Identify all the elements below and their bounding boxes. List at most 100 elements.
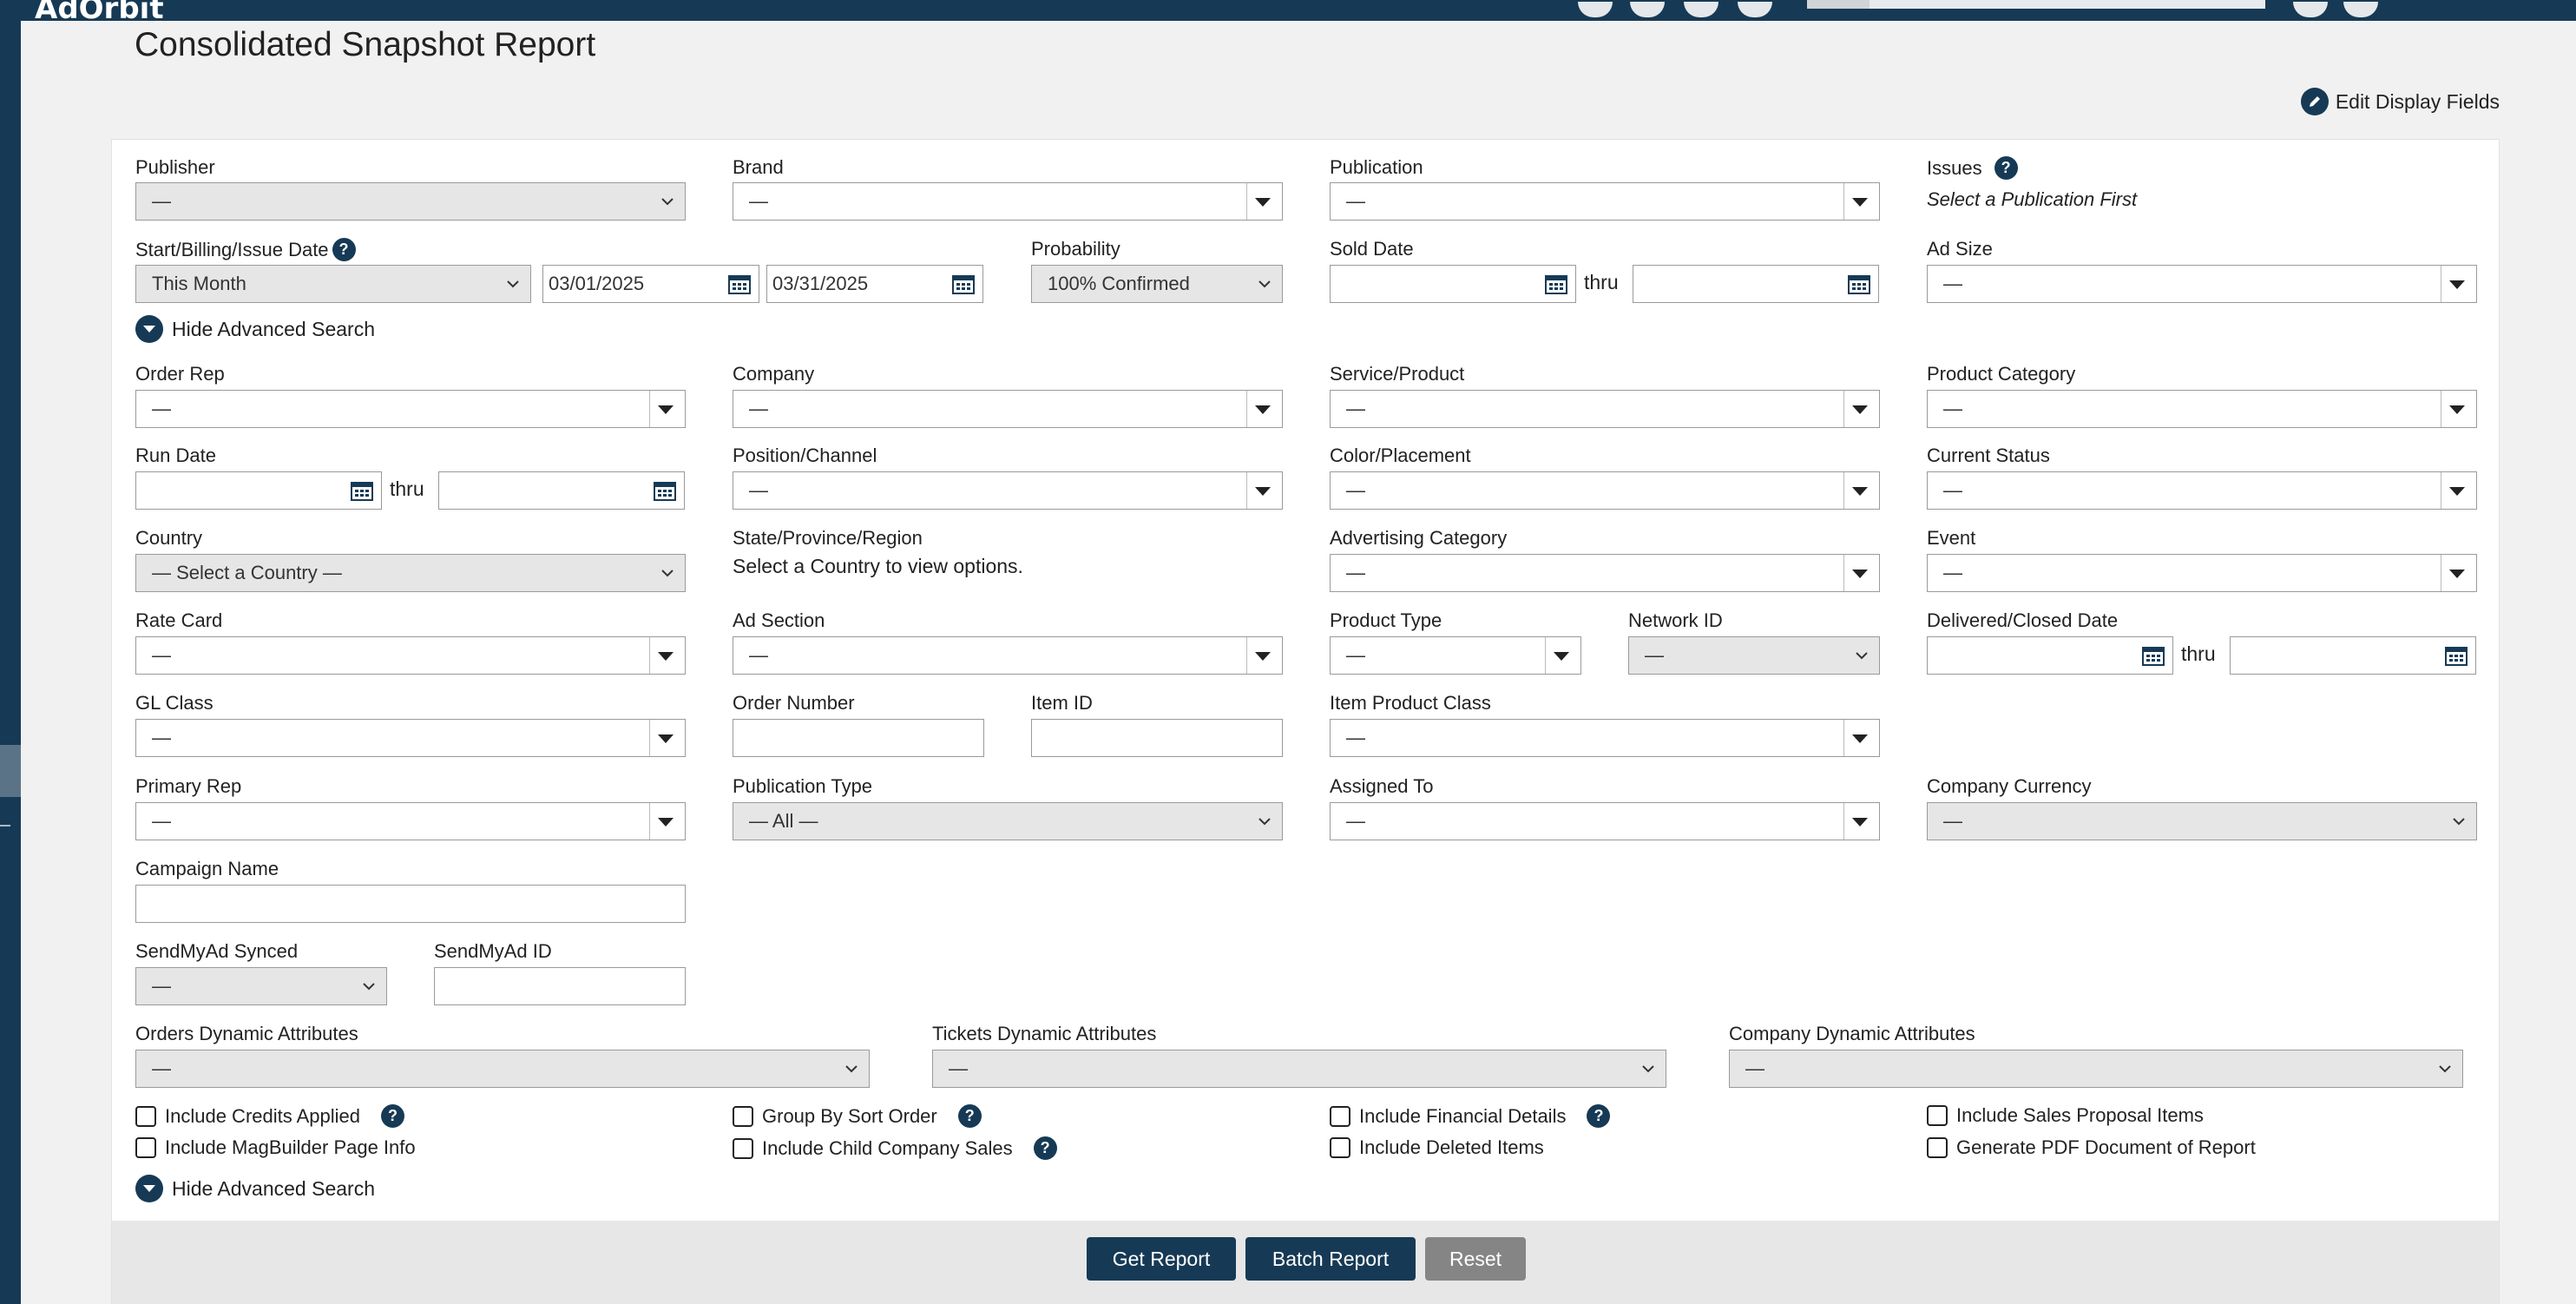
network-id-select[interactable]: —: [1628, 636, 1880, 675]
nav-icon-1[interactable]: [1578, 2, 1613, 17]
hide-advanced-search-toggle-bottom[interactable]: Hide Advanced Search: [135, 1175, 375, 1202]
run-date-from-input[interactable]: [135, 471, 382, 510]
calendar-icon[interactable]: [1544, 273, 1568, 295]
primary-rep-label: Primary Rep: [135, 775, 242, 797]
thru-label: thru: [390, 477, 424, 500]
help-icon[interactable]: ?: [1994, 156, 2018, 180]
side-rail-item[interactable]: [0, 745, 21, 797]
side-rail: [0, 21, 21, 1304]
include-magbuilder-checkbox[interactable]: Include MagBuilder Page Info: [135, 1136, 416, 1159]
calendar-icon[interactable]: [2444, 644, 2468, 667]
edit-display-fields-link[interactable]: Edit Display Fields: [2300, 88, 2500, 115]
include-child-company-checkbox[interactable]: Include Child Company Sales ?: [733, 1136, 1057, 1160]
batch-report-button[interactable]: Batch Report: [1245, 1237, 1416, 1281]
color-placement-select[interactable]: —: [1330, 471, 1880, 510]
calendar-icon[interactable]: [951, 273, 976, 295]
nav-icon-6[interactable]: [2343, 2, 2378, 17]
publication-select[interactable]: —: [1330, 182, 1880, 221]
include-sales-proposal-checkbox[interactable]: Include Sales Proposal Items: [1927, 1104, 2204, 1127]
run-date-to-input[interactable]: [438, 471, 685, 510]
order-rep-select[interactable]: —: [135, 390, 686, 428]
nav-icon-4[interactable]: [1738, 2, 1772, 17]
calendar-icon[interactable]: [2141, 644, 2165, 667]
publication-type-select[interactable]: — All —: [733, 802, 1283, 840]
include-financial-details-checkbox[interactable]: Include Financial Details ?: [1330, 1104, 1611, 1128]
caret-down-icon: [1852, 487, 1868, 496]
chevron-down-icon: [1856, 652, 1868, 660]
gl-class-select[interactable]: —: [135, 719, 686, 757]
caret-down-icon: [1554, 652, 1569, 661]
current-status-select[interactable]: —: [1927, 471, 2477, 510]
publisher-select[interactable]: —: [135, 182, 686, 221]
probability-select[interactable]: 100% Confirmed: [1031, 265, 1283, 303]
product-type-label: Product Type: [1330, 609, 1442, 631]
start-date-input[interactable]: 03/01/2025: [542, 265, 759, 303]
gl-class-label: GL Class: [135, 692, 214, 714]
delivered-date-from-input[interactable]: [1927, 636, 2173, 675]
help-icon[interactable]: ?: [957, 1104, 982, 1128]
ad-section-label: Ad Section: [733, 609, 825, 631]
reset-button[interactable]: Reset: [1425, 1237, 1526, 1281]
help-icon[interactable]: ?: [381, 1104, 405, 1128]
start-date-label-group: Start/Billing/Issue Date ?: [135, 238, 356, 261]
end-date-input[interactable]: 03/31/2025: [766, 265, 983, 303]
help-icon[interactable]: ?: [1033, 1136, 1057, 1160]
order-number-input[interactable]: [733, 719, 984, 757]
help-icon[interactable]: ?: [332, 238, 356, 261]
brand-label: Brand: [733, 156, 784, 178]
include-credits-applied-checkbox[interactable]: Include Credits Applied ?: [135, 1104, 405, 1128]
group-by-sort-order-checkbox[interactable]: Group By Sort Order ?: [733, 1104, 982, 1128]
company-currency-select[interactable]: —: [1927, 802, 2477, 840]
sold-date-label: Sold Date: [1330, 238, 1414, 260]
campaign-name-input[interactable]: [135, 885, 686, 923]
ad-section-select[interactable]: —: [733, 636, 1283, 675]
product-category-select[interactable]: —: [1927, 390, 2477, 428]
service-product-select[interactable]: —: [1330, 390, 1880, 428]
nav-icon-3[interactable]: [1684, 2, 1718, 17]
sold-date-from-input[interactable]: [1330, 265, 1576, 303]
include-deleted-items-checkbox[interactable]: Include Deleted Items: [1330, 1136, 1544, 1159]
tickets-dynamic-select[interactable]: —: [932, 1050, 1666, 1088]
assigned-to-label: Assigned To: [1330, 775, 1434, 797]
delivered-date-to-input[interactable]: [2230, 636, 2476, 675]
country-select[interactable]: — Select a Country —: [135, 554, 686, 592]
chevron-down-icon: [845, 1065, 858, 1073]
date-range-select[interactable]: This Month: [135, 265, 531, 303]
assigned-to-select[interactable]: —: [1330, 802, 1880, 840]
hide-advanced-search-toggle[interactable]: Hide Advanced Search: [135, 315, 375, 343]
primary-rep-select[interactable]: —: [135, 802, 686, 840]
item-id-input[interactable]: [1031, 719, 1283, 757]
calendar-icon[interactable]: [1847, 273, 1871, 295]
advertising-category-select[interactable]: —: [1330, 554, 1880, 592]
get-report-button[interactable]: Get Report: [1087, 1237, 1236, 1281]
global-search-input[interactable]: [1807, 0, 2265, 9]
sendmyad-id-input[interactable]: [434, 967, 686, 1005]
caret-down-icon: [2449, 487, 2465, 496]
position-channel-label: Position/Channel: [733, 445, 877, 466]
sold-date-to-input[interactable]: [1633, 265, 1879, 303]
calendar-icon[interactable]: [727, 273, 752, 295]
orders-dynamic-select[interactable]: —: [135, 1050, 870, 1088]
position-channel-select[interactable]: —: [733, 471, 1283, 510]
nav-icon-2[interactable]: [1630, 2, 1665, 17]
company-select[interactable]: —: [733, 390, 1283, 428]
calendar-icon[interactable]: [653, 479, 677, 502]
brand-select[interactable]: —: [733, 182, 1283, 221]
ad-size-select[interactable]: —: [1927, 265, 2477, 303]
sendmyad-synced-select[interactable]: —: [135, 967, 387, 1005]
report-filter-panel: Publisher — Brand — Publication — Issues…: [111, 139, 2500, 1304]
app-logo[interactable]: AdOrbit: [35, 0, 164, 26]
calendar-icon[interactable]: [350, 479, 374, 502]
product-type-select[interactable]: —: [1330, 636, 1581, 675]
help-icon[interactable]: ?: [1587, 1104, 1611, 1128]
generate-pdf-checkbox[interactable]: Generate PDF Document of Report: [1927, 1136, 2256, 1159]
network-id-label: Network ID: [1628, 609, 1723, 631]
event-select[interactable]: —: [1927, 554, 2477, 592]
rate-card-select[interactable]: —: [135, 636, 686, 675]
item-product-class-select[interactable]: —: [1330, 719, 1880, 757]
chevron-down-icon: [1258, 280, 1271, 288]
nav-icon-5[interactable]: [2293, 2, 2328, 17]
caret-down-icon: [658, 652, 674, 661]
company-dynamic-select[interactable]: —: [1729, 1050, 2463, 1088]
caret-down-icon: [1255, 405, 1271, 414]
